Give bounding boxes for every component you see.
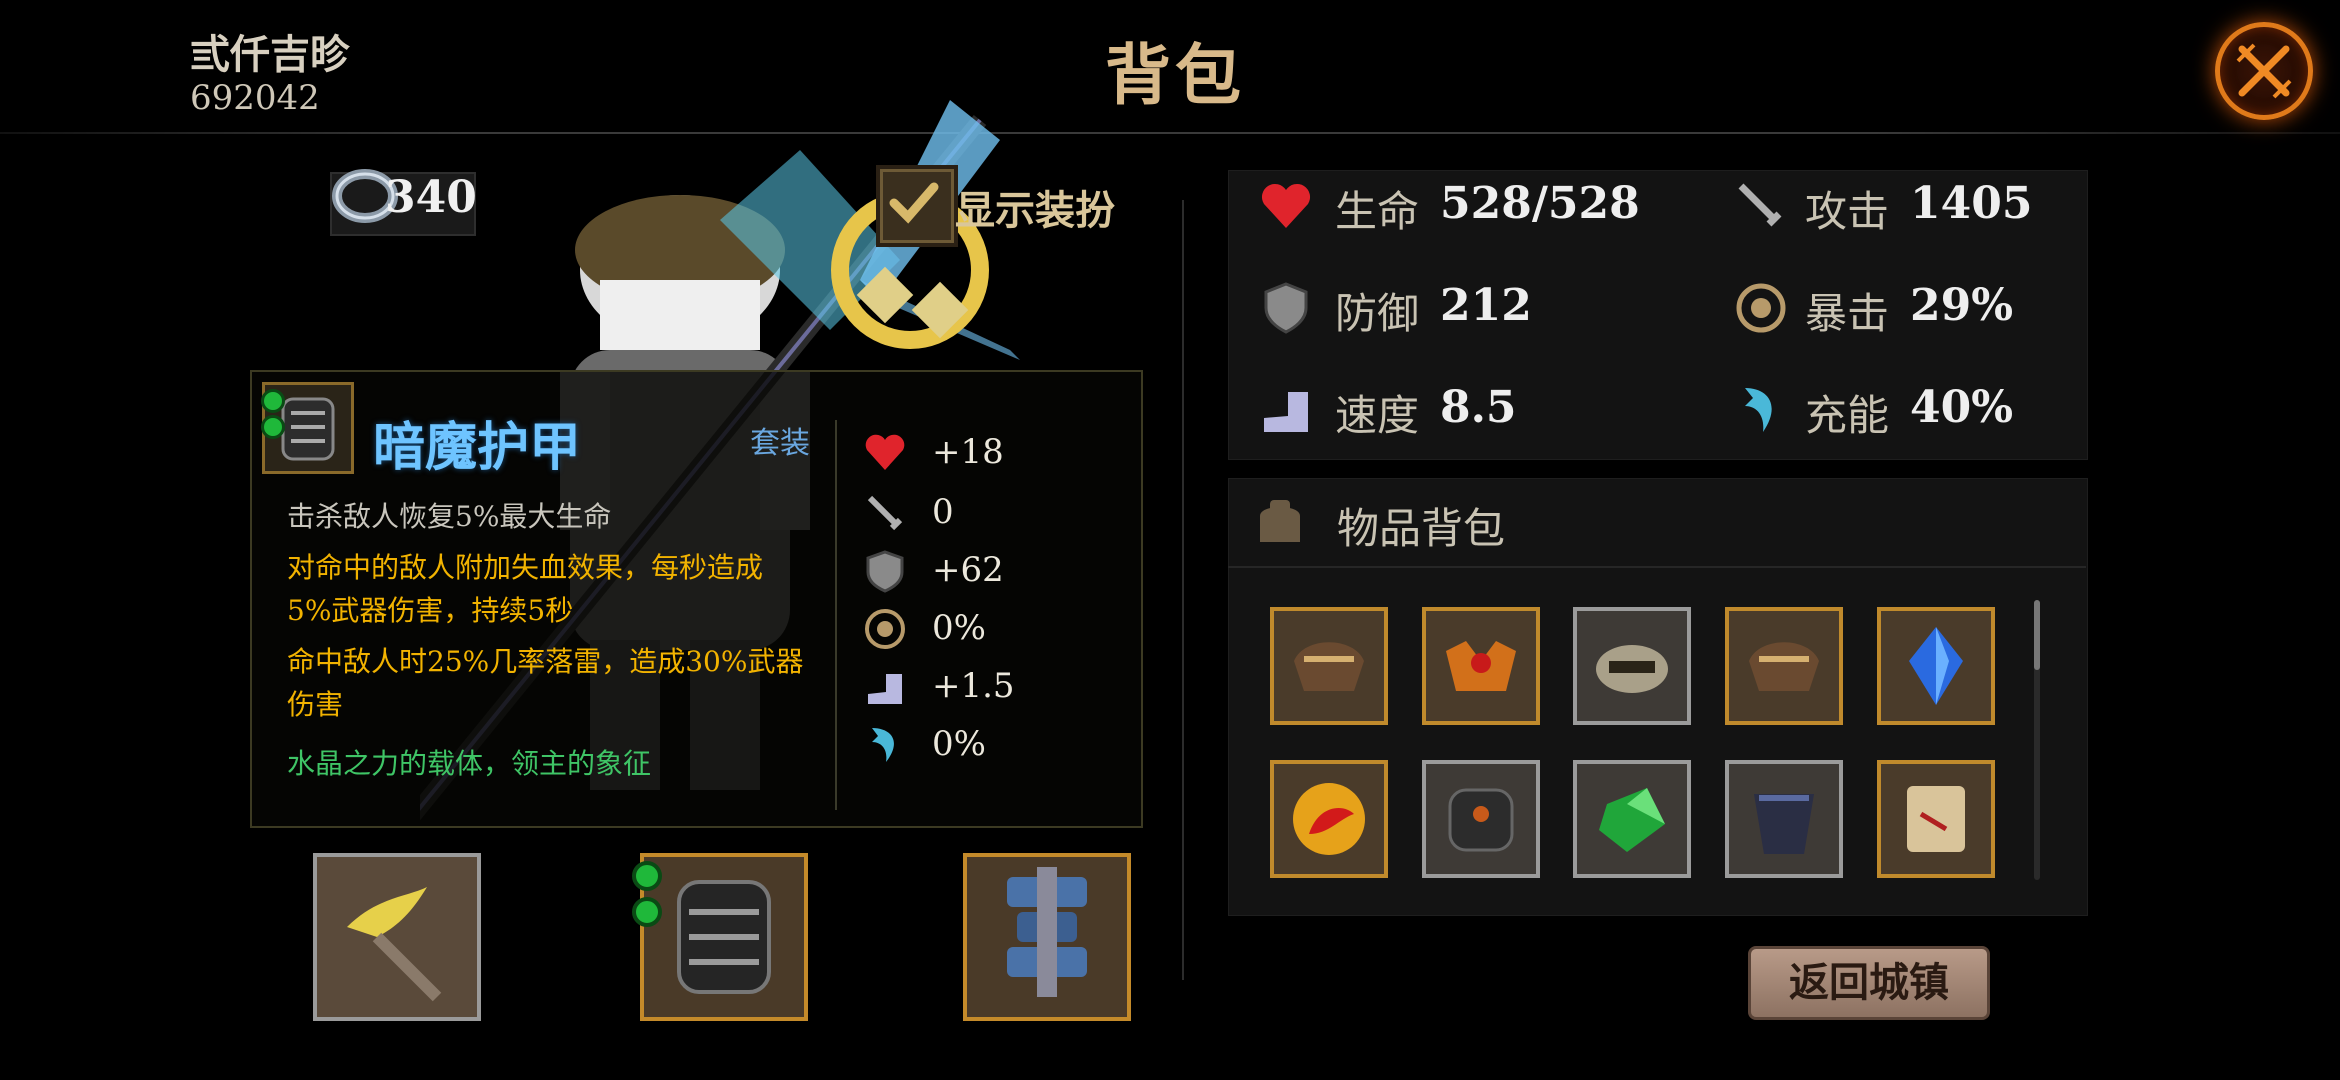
tooltip-stat-speed: +1.5: [932, 666, 1015, 706]
tooltip-stat-crit: 0%: [932, 608, 986, 648]
inventory-slot[interactable]: [1422, 607, 1540, 725]
equip-slot-armor[interactable]: [632, 853, 808, 1021]
inventory-slot[interactable]: [1573, 607, 1691, 725]
header-divider: [0, 132, 2340, 134]
tooltip-effect-line: 对命中的敌人附加失血效果，每秒造成5%武器伤害，持续5秒: [287, 551, 764, 627]
tooltip-stat-attack: 0: [932, 492, 954, 532]
stat-speed-label: 速度: [1335, 391, 1420, 440]
sword-icon: [1738, 183, 1782, 227]
equip-slot-weapon[interactable]: [313, 853, 481, 1021]
blue-greaves-icon: [1007, 867, 1087, 997]
tooltip-effect-line: 命中敌人时25%几率落雷，造成30%武器伤害: [287, 645, 804, 721]
dark-armor-icon: [677, 880, 771, 994]
inventory-slot[interactable]: [1877, 760, 1995, 878]
bag-icon: [1260, 500, 1300, 542]
inventory-slot[interactable]: [1573, 760, 1691, 878]
tooltip-divider: [835, 420, 837, 810]
inventory-slot[interactable]: [1725, 607, 1843, 725]
heart-icon: [865, 434, 905, 470]
equip-slot-boots[interactable]: [963, 853, 1131, 1021]
player-name: 弎仟吉昣: [190, 31, 350, 78]
shoulder-pads-icon: [1294, 642, 1364, 691]
heart-icon: [1261, 183, 1311, 228]
socket-dot: [261, 389, 285, 413]
return-to-town-label: 返回城镇: [1789, 959, 1949, 1006]
speed-icon: [868, 674, 902, 704]
ruby-crown-icon: [1446, 641, 1516, 691]
socket-dot: [632, 897, 662, 927]
tooltip-stat-charge: 0%: [932, 724, 986, 764]
shield-icon: [1264, 282, 1308, 334]
tooltip-effect-line: 击杀敌人恢复5%最大生命: [287, 500, 612, 533]
crit-icon: [865, 609, 905, 649]
stat-attack-value: 1405: [1910, 178, 2033, 229]
inventory-header-divider: [1228, 566, 2086, 568]
close-button[interactable]: [2215, 22, 2313, 120]
stat-hp-label: 生命: [1335, 187, 1420, 236]
dark-cloak-icon: [1754, 794, 1814, 854]
energy-icon: [872, 728, 894, 762]
blue-crystal-icon: [1909, 627, 1963, 705]
socket-dot: [632, 861, 662, 891]
dark-chestplate-icon: [1448, 788, 1514, 852]
speed-icon: [1264, 392, 1308, 432]
close-swords-icon: [2236, 43, 2292, 99]
tooltip-item-name: 暗魔护甲: [373, 417, 582, 478]
stat-crit-label: 暴击: [1805, 289, 1890, 338]
page-title: 背包: [1105, 36, 1245, 114]
sword-icon: [867, 495, 903, 531]
inventory-slot[interactable]: [1422, 760, 1540, 878]
stat-hp-value: 528/528: [1440, 178, 1640, 229]
checkmark-icon: [889, 182, 939, 224]
energy-icon: [1745, 388, 1772, 432]
return-to-town-button[interactable]: 返回城镇: [1748, 946, 1990, 1020]
tooltip-stat-defense: +62: [932, 550, 1004, 590]
inventory-scroll-thumb[interactable]: [2034, 600, 2040, 670]
shield-icon: [866, 550, 904, 593]
claw-weapon-icon: [347, 887, 442, 1002]
stat-charge-label: 充能: [1805, 391, 1890, 440]
crit-icon: [1736, 283, 1786, 333]
shoulder-pads-icon: [1749, 642, 1819, 691]
fire-orb-icon: [1293, 783, 1365, 855]
show-outfit-checkbox[interactable]: [876, 165, 958, 247]
tooltip-lore-line: 水晶之力的载体，领主的象征: [287, 747, 652, 780]
green-gem-icon: [1599, 788, 1665, 852]
stat-speed-value: 8.5: [1440, 382, 1517, 433]
inventory-slot[interactable]: [1725, 760, 1843, 878]
player-id: 692042: [190, 78, 320, 118]
inventory-slot[interactable]: [1270, 607, 1388, 725]
stat-defense-value: 212: [1440, 280, 1532, 331]
stat-crit-value: 29%: [1910, 280, 2014, 331]
stat-charge-value: 40%: [1910, 382, 2014, 433]
inventory-slot[interactable]: [1270, 760, 1388, 878]
center-divider: [1182, 200, 1184, 980]
scroll-icon: [1907, 786, 1965, 852]
inventory-slot[interactable]: [1877, 607, 1995, 725]
inventory-title: 物品背包: [1337, 504, 1506, 553]
tooltip-item-icon: [261, 382, 354, 474]
tooltip-stat-hp: +18: [932, 432, 1004, 472]
stat-attack-label: 攻击: [1805, 187, 1890, 236]
silver-helm-icon: [1596, 645, 1668, 693]
tooltip-set-label: 套装: [750, 426, 810, 461]
socket-dot: [261, 415, 285, 439]
show-outfit-label[interactable]: 显示装扮: [955, 178, 1115, 236]
stat-defense-label: 防御: [1335, 289, 1420, 338]
